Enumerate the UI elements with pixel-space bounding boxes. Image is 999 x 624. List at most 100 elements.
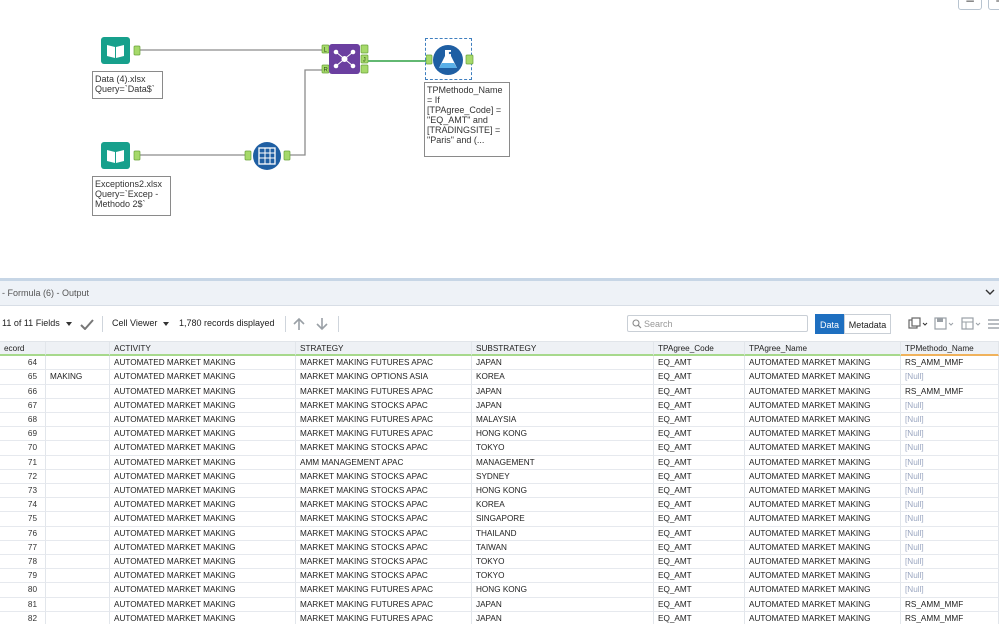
field-cell[interactable] — [46, 597, 110, 612]
strategy-cell[interactable]: AMM MANAGEMENT APAC — [296, 455, 472, 470]
save-icon[interactable] — [934, 317, 954, 331]
select-tool[interactable] — [244, 141, 292, 171]
table-row[interactable]: 77 AUTOMATED MARKET MAKING MARKET MAKING S… — [0, 540, 999, 555]
strategy-cell[interactable]: MARKET MAKING FUTURES APAC — [296, 611, 472, 624]
tpmethodo-name-cell[interactable]: RS_AMM_MMF — [901, 384, 999, 399]
record-cell[interactable]: 82 — [0, 611, 46, 624]
table-row[interactable]: 69 AUTOMATED MARKET MAKING MARKET MAKING F… — [0, 427, 999, 442]
record-cell[interactable]: 73 — [0, 484, 46, 499]
field-cell[interactable] — [46, 356, 110, 371]
tpmethodo-name-cell[interactable]: RS_AMM_MMF — [901, 611, 999, 624]
strategy-cell[interactable]: MARKET MAKING STOCKS APAC — [296, 498, 472, 513]
tpagree-name-cell[interactable]: AUTOMATED MARKET MAKING — [745, 569, 901, 584]
tpagree-name-cell[interactable]: AUTOMATED MARKET MAKING — [745, 398, 901, 413]
table-row[interactable]: 70 AUTOMATED MARKET MAKING MARKET MAKING S… — [0, 441, 999, 456]
record-cell[interactable]: 67 — [0, 398, 46, 413]
tpagree-code-cell[interactable]: EQ_AMT — [654, 398, 745, 413]
chevron-down-icon[interactable] — [985, 287, 995, 297]
strategy-cell[interactable]: MARKET MAKING STOCKS APAC — [296, 555, 472, 570]
substrategy-cell[interactable]: TOKYO — [472, 441, 654, 456]
tpagree-name-cell[interactable]: AUTOMATED MARKET MAKING — [745, 512, 901, 527]
field-cell[interactable] — [46, 427, 110, 442]
table-row[interactable]: 64 AUTOMATED MARKET MAKING MARKET MAKING F… — [0, 356, 999, 371]
tpagree-code-cell[interactable]: EQ_AMT — [654, 498, 745, 513]
tpagree-name-cell[interactable]: AUTOMATED MARKET MAKING — [745, 413, 901, 428]
table-row[interactable]: 68 AUTOMATED MARKET MAKING MARKET MAKING F… — [0, 413, 999, 428]
strategy-cell[interactable]: MARKET MAKING STOCKS APAC — [296, 512, 472, 527]
tpmethodo-name-cell[interactable]: [Null] — [901, 441, 999, 456]
record-cell[interactable]: 69 — [0, 427, 46, 442]
record-cell[interactable]: 70 — [0, 441, 46, 456]
tpagree-name-cell[interactable]: AUTOMATED MARKET MAKING — [745, 469, 901, 484]
results-grid[interactable]: ecord ACTIVITY STRATEGY SUBSTRATEGY TPAgree_… — [0, 342, 999, 624]
record-cell[interactable]: 68 — [0, 413, 46, 428]
column-header[interactable]: ACTIVITY — [110, 342, 296, 357]
column-header[interactable]: TPAgree_Code — [654, 342, 745, 357]
zoom-out-button[interactable]: − — [958, 0, 982, 10]
table-row[interactable]: 71 AUTOMATED MARKET MAKING AMM MANAGEMENT … — [0, 455, 999, 470]
activity-cell[interactable]: AUTOMATED MARKET MAKING — [110, 469, 296, 484]
field-cell[interactable] — [46, 512, 110, 527]
activity-cell[interactable]: AUTOMATED MARKET MAKING — [110, 597, 296, 612]
tpagree-name-cell[interactable]: AUTOMATED MARKET MAKING — [745, 356, 901, 371]
cell-viewer-dropdown[interactable]: Cell Viewer — [112, 318, 170, 328]
tpagree-name-cell[interactable]: AUTOMATED MARKET MAKING — [745, 427, 901, 442]
arrow-down-icon[interactable] — [315, 317, 329, 331]
fields-dropdown[interactable]: 11 of 11 Fields — [2, 318, 72, 328]
activity-cell[interactable]: AUTOMATED MARKET MAKING — [110, 569, 296, 584]
wire-select-join[interactable] — [290, 69, 323, 156]
tpmethodo-name-cell[interactable]: RS_AMM_MMF — [901, 356, 999, 371]
field-cell[interactable] — [46, 413, 110, 428]
substrategy-cell[interactable]: HONG KONG — [472, 583, 654, 598]
activity-cell[interactable]: AUTOMATED MARKET MAKING — [110, 512, 296, 527]
record-cell[interactable]: 80 — [0, 583, 46, 598]
substrategy-cell[interactable]: JAPAN — [472, 597, 654, 612]
activity-cell[interactable]: AUTOMATED MARKET MAKING — [110, 427, 296, 442]
column-header[interactable]: TPAgree_Name — [745, 342, 901, 357]
record-cell[interactable]: 79 — [0, 569, 46, 584]
record-cell[interactable]: 77 — [0, 540, 46, 555]
tpagree-name-cell[interactable]: AUTOMATED MARKET MAKING — [745, 597, 901, 612]
strategy-cell[interactable]: MARKET MAKING STOCKS APAC — [296, 398, 472, 413]
tpagree-code-cell[interactable]: EQ_AMT — [654, 469, 745, 484]
workflow-canvas[interactable]: Data (4).xlsx Query=`Data$` Exceptions2.… — [0, 0, 999, 278]
record-cell[interactable]: 76 — [0, 526, 46, 541]
substrategy-cell[interactable]: SINGAPORE — [472, 512, 654, 527]
tpagree-code-cell[interactable]: EQ_AMT — [654, 597, 745, 612]
strategy-cell[interactable]: MARKET MAKING FUTURES APAC — [296, 597, 472, 612]
tpagree-code-cell[interactable]: EQ_AMT — [654, 413, 745, 428]
tpagree-name-cell[interactable]: AUTOMATED MARKET MAKING — [745, 526, 901, 541]
column-header[interactable] — [46, 342, 110, 357]
tpmethodo-name-cell[interactable]: [Null] — [901, 427, 999, 442]
table-row[interactable]: 67 AUTOMATED MARKET MAKING MARKET MAKING S… — [0, 398, 999, 413]
column-header[interactable]: SUBSTRATEGY — [472, 342, 654, 357]
tpmethodo-name-cell[interactable]: [Null] — [901, 484, 999, 499]
substrategy-cell[interactable]: MALAYSIA — [472, 413, 654, 428]
record-cell[interactable]: 81 — [0, 597, 46, 612]
field-cell[interactable] — [46, 526, 110, 541]
substrategy-cell[interactable]: JAPAN — [472, 611, 654, 624]
record-cell[interactable]: 75 — [0, 512, 46, 527]
tpmethodo-name-cell[interactable]: [Null] — [901, 540, 999, 555]
tpagree-code-cell[interactable]: EQ_AMT — [654, 569, 745, 584]
substrategy-cell[interactable]: JAPAN — [472, 356, 654, 371]
table-row[interactable]: 74 AUTOMATED MARKET MAKING MARKET MAKING S… — [0, 498, 999, 513]
strategy-cell[interactable]: MARKET MAKING STOCKS APAC — [296, 441, 472, 456]
activity-cell[interactable]: AUTOMATED MARKET MAKING — [110, 498, 296, 513]
tpagree-name-cell[interactable]: AUTOMATED MARKET MAKING — [745, 555, 901, 570]
table-row[interactable]: 66 AUTOMATED MARKET MAKING MARKET MAKING F… — [0, 384, 999, 399]
tpagree-code-cell[interactable]: EQ_AMT — [654, 555, 745, 570]
tpagree-code-cell[interactable]: EQ_AMT — [654, 611, 745, 624]
substrategy-cell[interactable]: MANAGEMENT — [472, 455, 654, 470]
search-input[interactable] — [644, 317, 804, 330]
tpmethodo-name-cell[interactable]: [Null] — [901, 555, 999, 570]
table-icon[interactable] — [961, 317, 981, 331]
check-icon[interactable] — [80, 319, 94, 330]
activity-cell[interactable]: AUTOMATED MARKET MAKING — [110, 413, 296, 428]
input-data-tool-1[interactable] — [101, 37, 141, 65]
zoom-in-button[interactable]: + — [988, 0, 999, 10]
field-cell[interactable] — [46, 398, 110, 413]
activity-cell[interactable]: AUTOMATED MARKET MAKING — [110, 583, 296, 598]
table-row[interactable]: 82 AUTOMATED MARKET MAKING MARKET MAKING F… — [0, 611, 999, 624]
field-cell[interactable] — [46, 469, 110, 484]
